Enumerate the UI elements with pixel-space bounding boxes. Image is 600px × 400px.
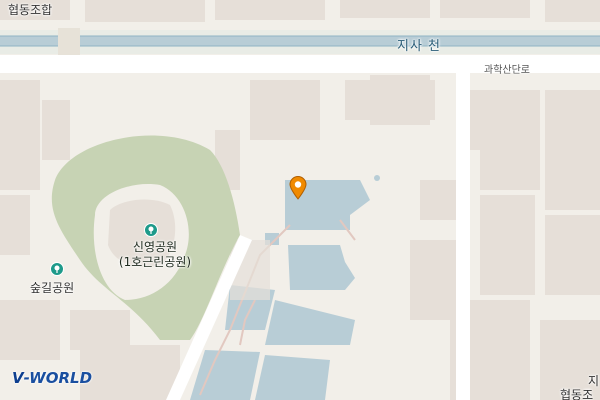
label-river: 지사 천 [397, 39, 442, 54]
map-pin-icon[interactable] [289, 176, 307, 204]
label-park-main-subname: (1호근린공원) [118, 255, 192, 269]
vworld-logo: V -WORLD [12, 369, 92, 387]
label-park-main: 신영공원 (1호근린공원) [110, 240, 200, 270]
logo-mark: V [12, 369, 24, 387]
label-road: 과학산단로 [484, 65, 530, 76]
label-bottom-right-2: 협동조 [560, 388, 594, 400]
logo-text: -WORLD [23, 369, 93, 387]
label-park-small: 숲길공원 [30, 281, 75, 295]
label-park-main-name: 신영공원 [132, 240, 178, 254]
tree-icon[interactable] [50, 262, 64, 276]
tree-icon[interactable] [144, 223, 158, 237]
map-canvas[interactable]: 협동조합 지사 천 과학산단로 신영공원 (1호근린공원) 숲길공원 지 협동조… [0, 0, 600, 400]
label-cooperative-top: 협동조합 [8, 3, 53, 17]
